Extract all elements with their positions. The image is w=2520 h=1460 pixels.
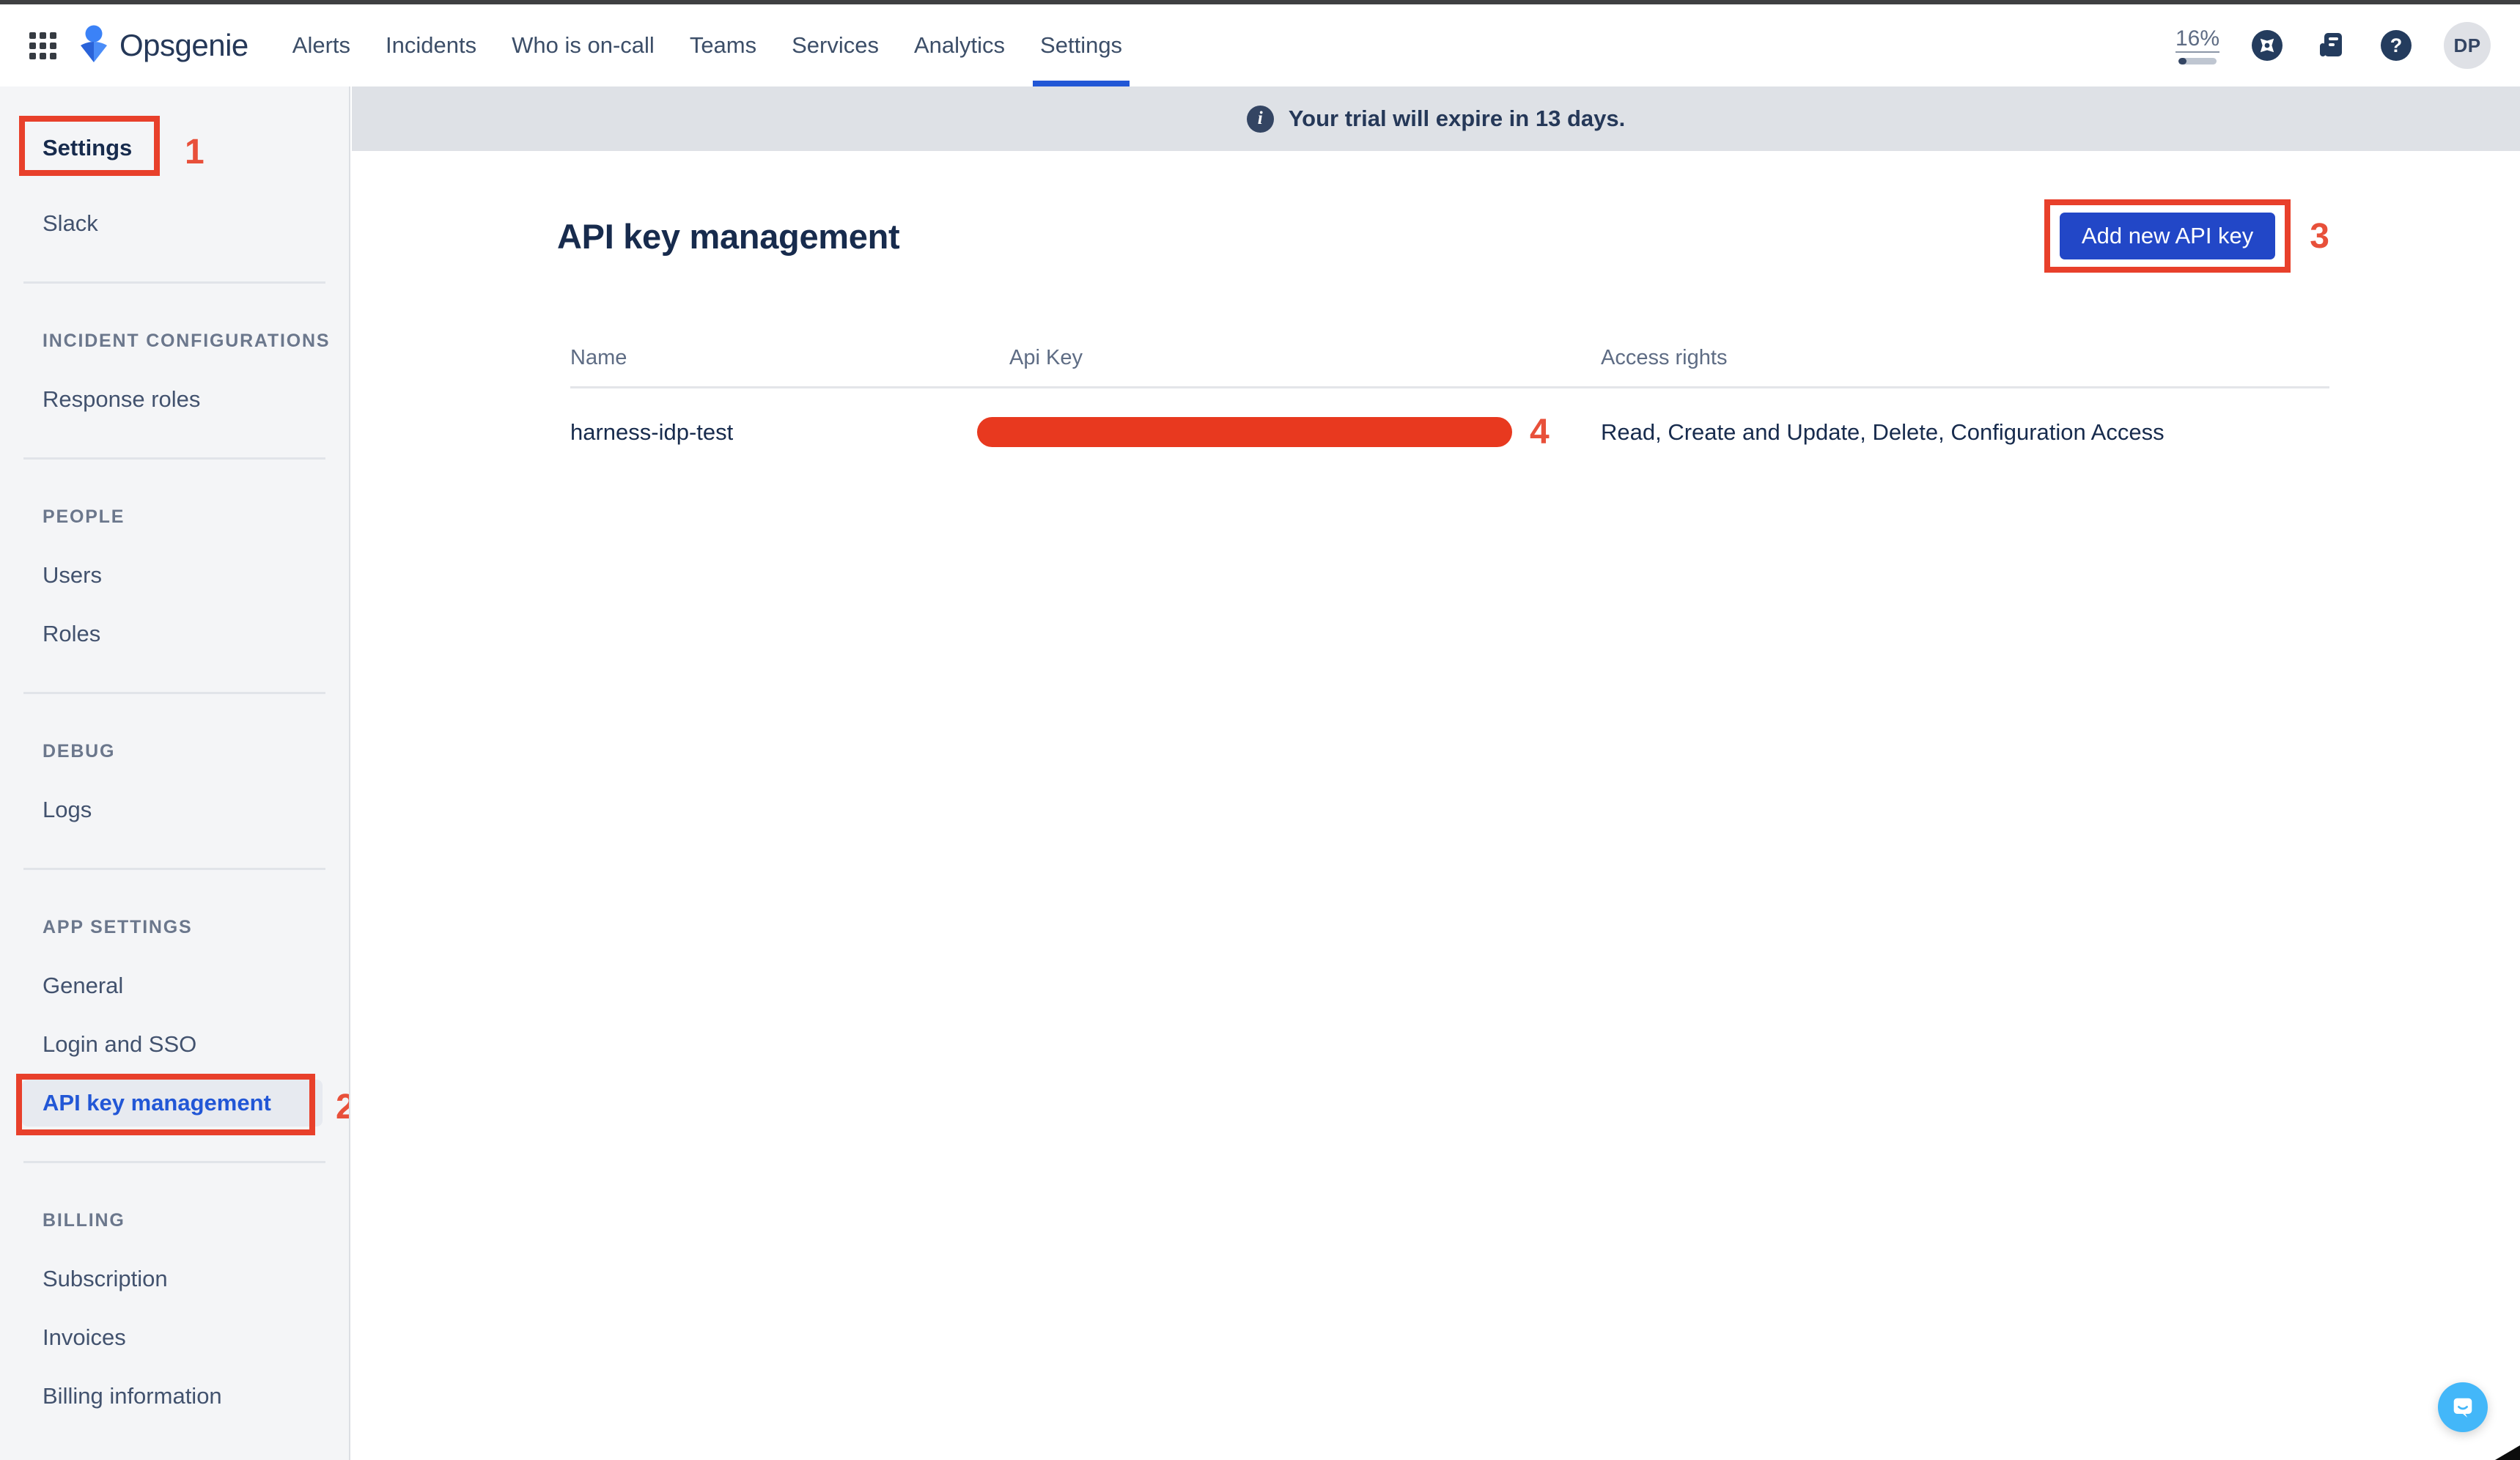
sidebar-item-logs[interactable]: Logs (0, 781, 349, 839)
add-new-api-key-button[interactable]: Add new API key (2060, 213, 2275, 259)
sidebar-item-response-roles[interactable]: Response roles (0, 370, 349, 429)
navbar-right-cluster: 16% ? DP (2175, 22, 2491, 69)
trial-banner: i Your trial will expire in 13 days. (352, 86, 2520, 151)
sidebar-divider (0, 1132, 349, 1191)
nav-item-who-is-on-call[interactable]: Who is on-call (512, 4, 655, 86)
annotation-box-3: Add new API key (2044, 199, 2291, 273)
table-row[interactable]: harness-idp-test 4 Read, Create and Upda… (570, 388, 2329, 476)
sidebar-item-api-key-management[interactable]: API key management 2 (0, 1074, 349, 1132)
annotation-number-3: 3 (2310, 216, 2329, 257)
discover-compass-icon[interactable] (2250, 29, 2284, 62)
redacted-api-key-bar (977, 417, 1512, 447)
nav-item-services[interactable]: Services (792, 4, 879, 86)
usage-progress-bar (2178, 58, 2217, 64)
settings-sidebar: Settings 1 Slack INCIDENT CONFIGURATIONS… (0, 86, 350, 1460)
opsgenie-settings-screen: Opsgenie Alerts Incidents Who is on-call… (0, 0, 2520, 1460)
sidebar-section-people: PEOPLE (0, 487, 349, 546)
chat-bubble-icon (2449, 1393, 2477, 1421)
column-header-access-rights: Access rights (1601, 346, 2329, 370)
sidebar-section-incident-configurations: INCIDENT CONFIGURATIONS (0, 311, 349, 370)
column-header-api-key: Api Key (977, 346, 1601, 370)
annotation-number-1: 1 (185, 132, 205, 172)
trial-usage-indicator[interactable]: 16% (2175, 26, 2219, 65)
main-content: i Your trial will expire in 13 days. API… (352, 86, 2520, 1460)
sidebar-divider (0, 429, 349, 487)
screen-corner-artifact (2495, 1445, 2520, 1460)
sidebar-section-billing: BILLING (0, 1191, 349, 1250)
add-key-button-group: Add new API key 3 (2044, 199, 2329, 273)
help-icon[interactable]: ? (2379, 29, 2413, 62)
nav-item-alerts[interactable]: Alerts (292, 4, 350, 86)
usage-percent-label: 16% (2175, 26, 2219, 54)
whats-new-icon[interactable] (2315, 29, 2348, 62)
sidebar-item-login-and-sso[interactable]: Login and SSO (0, 1015, 349, 1074)
sidebar-item-billing-information[interactable]: Billing information (0, 1367, 349, 1426)
sidebar-item-users[interactable]: Users (0, 546, 349, 605)
page-header: API key management Add new API key 3 (557, 199, 2329, 273)
sidebar-item-slack[interactable]: Slack (0, 194, 349, 253)
app-switcher-icon[interactable] (29, 32, 56, 59)
info-icon: i (1247, 106, 1274, 133)
window-top-edge (0, 0, 2520, 4)
sidebar-section-debug: DEBUG (0, 722, 349, 781)
api-keys-table: Name Api Key Access rights harness-idp-t… (570, 346, 2329, 476)
annotation-number-2: 2 (336, 1087, 350, 1127)
nav-item-analytics[interactable]: Analytics (914, 4, 1005, 86)
api-key-value-cell: 4 (977, 412, 1601, 452)
sidebar-item-invoices[interactable]: Invoices (0, 1308, 349, 1367)
sidebar-item-roles[interactable]: Roles (0, 605, 349, 663)
column-header-name: Name (570, 346, 977, 370)
table-header-row: Name Api Key Access rights (570, 346, 2329, 388)
sidebar-item-settings-root[interactable]: Settings 1 (0, 119, 349, 177)
sidebar-divider (0, 839, 349, 898)
user-avatar[interactable]: DP (2444, 22, 2491, 69)
nav-item-teams[interactable]: Teams (690, 4, 756, 86)
sidebar-settings-label[interactable]: Settings (43, 135, 132, 161)
trial-banner-text: Your trial will expire in 13 days. (1289, 106, 1625, 132)
sidebar-item-subscription[interactable]: Subscription (0, 1250, 349, 1308)
sidebar-item-general[interactable]: General (0, 956, 349, 1015)
primary-nav: Alerts Incidents Who is on-call Teams Se… (292, 4, 1122, 86)
sidebar-divider (0, 663, 349, 722)
api-key-name-cell: harness-idp-test (570, 419, 977, 446)
top-navbar: Opsgenie Alerts Incidents Who is on-call… (0, 4, 2520, 86)
sidebar-divider (0, 253, 349, 311)
sidebar-section-app-settings: APP SETTINGS (0, 898, 349, 956)
nav-item-incidents[interactable]: Incidents (386, 4, 476, 86)
page-title: API key management (557, 216, 899, 257)
access-rights-cell: Read, Create and Update, Delete, Configu… (1601, 419, 2329, 446)
annotation-number-4: 4 (1530, 412, 1550, 452)
opsgenie-genie-icon (77, 24, 111, 67)
opsgenie-logo[interactable]: Opsgenie (77, 24, 248, 67)
nav-item-settings[interactable]: Settings (1040, 4, 1122, 86)
product-name: Opsgenie (119, 28, 248, 63)
chat-widget-button[interactable] (2438, 1382, 2488, 1432)
